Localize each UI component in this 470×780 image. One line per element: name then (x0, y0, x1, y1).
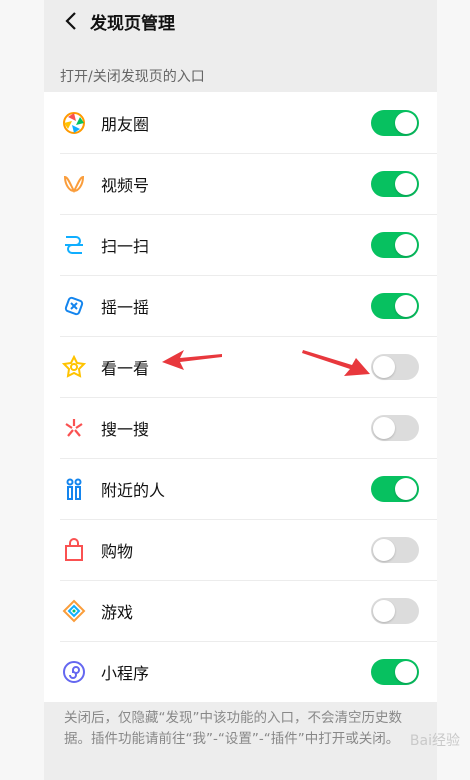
watermark: Bai经验 (409, 733, 460, 749)
channels-icon (61, 171, 87, 197)
toggle-switch[interactable] (371, 292, 419, 319)
nav-bar: 发现页管理 (44, 0, 437, 42)
list-item: 游戏 (44, 580, 437, 641)
item-label: 视频号 (101, 175, 150, 195)
list-item: 搜一搜 (44, 397, 437, 458)
item-label: 搜一搜 (101, 419, 150, 439)
entry-list: 朋友圈 视频号 扫一扫 摇一摇 看一看 搜一搜 附近的人 购物 游戏 小程序 (44, 92, 437, 702)
moments-icon (61, 110, 87, 136)
mini-programs-icon (61, 659, 87, 685)
toggle-switch[interactable] (371, 353, 419, 380)
back-button[interactable] (56, 6, 86, 36)
list-item: 购物 (44, 519, 437, 580)
page-title: 发现页管理 (90, 13, 175, 34)
games-icon (61, 598, 87, 624)
search-icon (61, 415, 87, 441)
item-label: 购物 (101, 541, 134, 561)
section-title: 打开/关闭发现页的入口 (60, 69, 205, 85)
item-label: 游戏 (101, 602, 134, 622)
item-label: 朋友圈 (101, 114, 150, 134)
toggle-switch[interactable] (371, 597, 419, 624)
list-item: 看一看 (44, 336, 437, 397)
toggle-switch[interactable] (371, 536, 419, 563)
list-item: 朋友圈 (44, 92, 437, 153)
list-item: 视频号 (44, 153, 437, 214)
item-label: 小程序 (101, 663, 150, 683)
shake-icon (61, 293, 87, 319)
people-nearby-icon (61, 476, 87, 502)
toggle-switch[interactable] (371, 658, 419, 685)
toggle-switch[interactable] (371, 475, 419, 502)
item-label: 摇一摇 (101, 297, 150, 317)
list-item: 摇一摇 (44, 275, 437, 336)
toggle-switch[interactable] (371, 170, 419, 197)
toggle-switch[interactable] (371, 109, 419, 136)
list-item: 小程序 (44, 641, 437, 702)
toggle-switch[interactable] (371, 414, 419, 441)
toggle-switch[interactable] (371, 231, 419, 258)
item-label: 附近的人 (101, 480, 166, 500)
item-label: 扫一扫 (101, 236, 150, 256)
settings-screen: 发现页管理 打开/关闭发现页的入口 朋友圈 视频号 扫一扫 摇一摇 看一看 搜一… (44, 0, 437, 780)
footer-note: 关闭后，仅隐藏“发现”中该功能的入口，不会清空历史数据。插件功能请前往“我”-“… (64, 710, 402, 747)
shopping-bag-icon (61, 537, 87, 563)
list-item: 附近的人 (44, 458, 437, 519)
chevron-left-icon (65, 12, 76, 30)
top-stories-icon (61, 354, 87, 380)
scan-icon (61, 232, 87, 258)
item-label: 看一看 (101, 358, 150, 378)
list-item: 扫一扫 (44, 214, 437, 275)
